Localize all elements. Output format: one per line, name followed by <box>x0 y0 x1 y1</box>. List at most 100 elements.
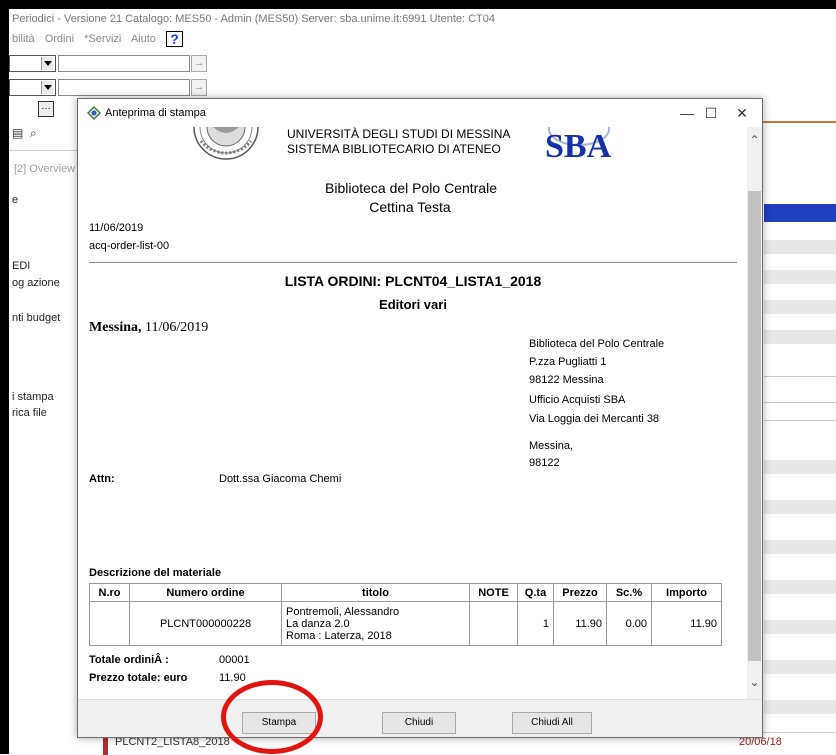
column-header: Numero ordine <box>129 583 282 602</box>
go-arrow-icon[interactable]: → <box>191 79 207 96</box>
address-line: Biblioteca del Polo Centrale <box>529 338 665 350</box>
column-header: Prezzo <box>553 583 607 602</box>
print-preview-icon <box>87 106 101 120</box>
chevron-down-icon <box>41 57 53 70</box>
attn-label: Attn: <box>89 473 115 485</box>
cell-title: Pontremoli, Alessandro La danza 2.0 Roma… <box>281 601 470 646</box>
column-header: Sc.% <box>606 583 652 602</box>
title-publisher: Roma : Laterza, 2018 <box>286 629 392 642</box>
browse-button[interactable]: … <box>38 101 54 117</box>
address-line: Ufficio Acquisti SBA <box>529 394 626 406</box>
left-nav-item[interactable]: rica file <box>12 407 47 419</box>
highlight-circle-annotation <box>221 680 323 754</box>
divider <box>764 402 836 403</box>
address-line: 98122 <box>529 457 560 469</box>
person-name: Cettina Testa <box>369 199 451 215</box>
filter-select-2[interactable] <box>9 79 56 96</box>
library-system-name: SISTEMA BIBLIOTECARIO DI ATENEO <box>287 142 501 156</box>
filter-select-1[interactable] <box>9 55 56 72</box>
cell-quantity: 1 <box>517 601 554 646</box>
table-row[interactable] <box>764 460 836 474</box>
maximize-button[interactable]: ☐ <box>699 103 723 123</box>
table-row[interactable] <box>764 540 836 554</box>
cell-nro <box>89 601 130 646</box>
vertical-scrollbar[interactable]: ⌃ ⌄ <box>747 127 762 699</box>
total-price-value: 11.90 <box>219 672 246 684</box>
minimize-button[interactable]: — <box>675 103 699 123</box>
table-row[interactable] <box>764 700 836 714</box>
table-row[interactable] <box>764 300 836 314</box>
cell-discount: 0.00 <box>606 601 652 646</box>
divider <box>764 420 836 421</box>
app-title: Periodici - Versione 21 Catalogo: MES50 … <box>12 13 496 25</box>
order-list-title: LISTA ORDINI: PLCNT04_LISTA1_2018 <box>284 273 542 289</box>
report-code: acq-order-list-00 <box>89 240 170 252</box>
cell-note <box>469 601 518 646</box>
total-orders-label: Totale ordiniÂ : <box>89 654 169 666</box>
university-seal-logo <box>193 127 259 160</box>
column-header: NOTE <box>469 583 518 602</box>
screen-border-left <box>0 0 9 754</box>
chevron-down-icon[interactable]: ⌄ <box>747 675 762 693</box>
table-row[interactable] <box>764 660 836 674</box>
binoculars-icon[interactable]: ⌕ <box>30 126 37 140</box>
app-menubar: bilità Ordini *Servizi Aiuto ? <box>12 31 190 47</box>
filter-input-2[interactable] <box>58 79 190 96</box>
table-row[interactable] <box>764 580 836 594</box>
divider <box>89 262 737 263</box>
menu-item-servizi[interactable]: *Servizi <box>84 33 121 45</box>
place-date-value: 11/06/2019 <box>141 320 209 335</box>
table-row[interactable] <box>764 330 836 344</box>
menu-item-aiuto[interactable]: Aiuto <box>131 33 156 45</box>
menu-item-bilita[interactable]: bilità <box>12 33 35 45</box>
dialog-titlebar[interactable]: Anteprima di stampa — ☐ ✕ <box>78 99 762 127</box>
table-row[interactable] <box>764 270 836 284</box>
title-work: La danza 2.0 <box>286 617 350 630</box>
library-name: Biblioteca del Polo Centrale <box>325 180 497 196</box>
list-icon[interactable]: ▤ <box>12 126 23 140</box>
table-row[interactable] <box>764 240 836 254</box>
total-price-label: Prezzo totale: euro <box>89 672 188 684</box>
bg-toolbar: ▤ ⌕ <box>12 126 37 141</box>
total-orders-value: 00001 <box>219 654 250 666</box>
order-table: N.ro Numero ordine titolo NOTE Q.ta Prez… <box>89 583 722 646</box>
chevron-up-icon[interactable]: ⌃ <box>747 133 762 151</box>
sba-logo: SBA <box>545 127 612 161</box>
help-icon[interactable]: ? <box>165 31 183 47</box>
address-line: Messina, <box>529 440 574 452</box>
close-preview-button[interactable]: Chiudi <box>382 712 456 734</box>
scrollbar-thumb[interactable] <box>748 191 761 661</box>
chevron-down-icon <box>41 81 53 94</box>
filter-input-1[interactable] <box>58 55 190 72</box>
address-line: 98122 Messina <box>529 374 604 386</box>
close-all-button[interactable]: Chiudi All <box>512 712 592 734</box>
university-name: UNIVERSITÀ DEGLI STUDI DI MESSINA <box>287 127 511 141</box>
left-nav-item[interactable]: og azione <box>12 277 60 289</box>
report-preview: UNIVERSITÀ DEGLI STUDI DI MESSINA SISTEM… <box>79 127 747 699</box>
table-row: PLCNT000000228 Pontremoli, Alessandro La… <box>89 601 722 646</box>
cell-amount: 11.90 <box>651 601 722 646</box>
selected-row[interactable] <box>764 204 836 222</box>
table-row[interactable] <box>764 500 836 514</box>
left-nav-item[interactable]: i stampa <box>12 391 54 403</box>
column-header: Importo <box>651 583 722 602</box>
report-date: 11/06/2019 <box>89 222 144 234</box>
column-header: titolo <box>281 583 470 602</box>
left-nav-item[interactable]: nti budget <box>12 312 60 324</box>
left-nav-item[interactable]: EDI <box>12 260 30 272</box>
menu-item-ordini[interactable]: Ordini <box>45 33 74 45</box>
address-line: P.zza Pugliatti 1 <box>529 356 607 368</box>
screen-border-top <box>0 0 836 9</box>
left-nav-item[interactable]: e <box>12 194 18 206</box>
material-description-label: Descrizione del materiale <box>89 567 222 579</box>
divider <box>764 376 836 377</box>
tab-overview[interactable]: [2] Overview <box>14 163 75 175</box>
close-button[interactable]: ✕ <box>730 103 754 123</box>
column-header: Q.ta <box>517 583 554 602</box>
report-library-block: Biblioteca del Polo Centrale Cettina Tes… <box>325 179 497 217</box>
dialog-title: Anteprima di stampa <box>105 107 206 119</box>
table-row[interactable] <box>764 620 836 634</box>
divider <box>9 150 79 151</box>
go-arrow-icon[interactable]: → <box>191 55 207 72</box>
report-header-university: UNIVERSITÀ DEGLI STUDI DI MESSINA SISTEM… <box>287 127 510 157</box>
